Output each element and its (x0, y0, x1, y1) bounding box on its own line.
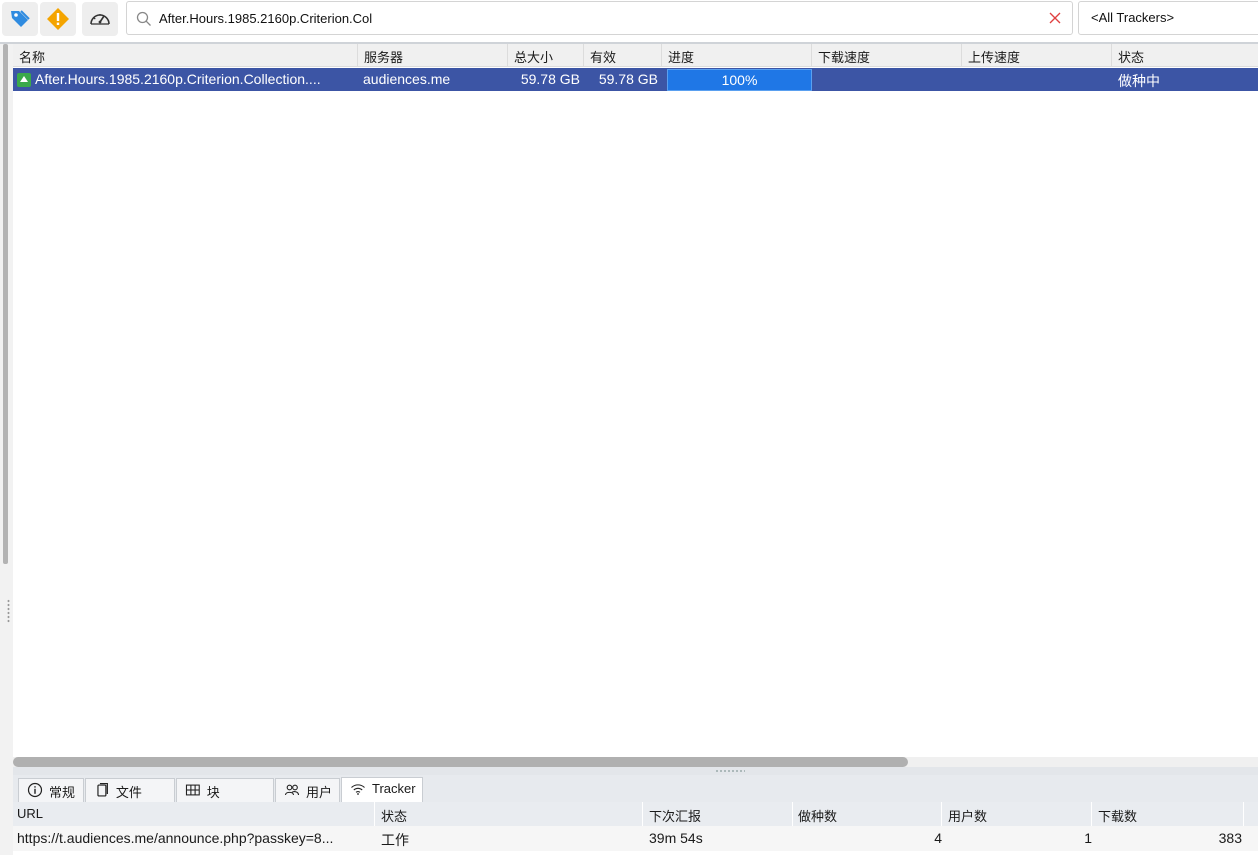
tab-pieces[interactable]: 块 (15305) (176, 778, 274, 816)
tab-tracker[interactable]: Tracker (341, 777, 423, 802)
users-icon (284, 784, 300, 796)
tab-label: 常规 (49, 785, 76, 800)
vertical-scrollbar-thumb[interactable] (3, 44, 8, 564)
progress-text: 100% (721, 72, 758, 88)
column-header-downloads[interactable]: 下载数 (1094, 802, 1244, 826)
splitter-grip[interactable] (715, 769, 745, 773)
torrent-upload-speed (962, 68, 1112, 91)
torrent-status: 做种中 (1118, 73, 1160, 89)
column-header-ul-speed[interactable]: 上传速度 (962, 44, 1112, 67)
search-icon (136, 11, 151, 26)
tracker-table: URL 状态 下次汇报 做种数 用户数 下载数 https://t.audien… (13, 802, 1258, 855)
torrent-table: 名称 服务器 总大小 有效 进度 下载速度 上传速度 状态 After.Hour… (13, 44, 1258, 756)
tab-general[interactable]: 常规 (18, 778, 84, 802)
clear-search-icon[interactable] (1048, 11, 1062, 25)
torrent-total-size: 59.78 GB (520, 71, 580, 87)
tracker-next-announce: 39m 54s (649, 830, 703, 846)
tracker-seeds: 4 (934, 830, 942, 846)
column-header-peers[interactable]: 用户数 (944, 802, 1092, 826)
speed-limit-button[interactable] (82, 2, 118, 36)
tab-label: 用户 (306, 785, 333, 800)
search-input[interactable] (159, 2, 1039, 34)
toolbar: <All Trackers> (0, 0, 1258, 38)
horizontal-scrollbar[interactable] (13, 757, 1258, 767)
wifi-icon (351, 784, 365, 795)
column-header-next-announce[interactable]: 下次汇报 (645, 802, 793, 826)
warning-filter-button[interactable] (40, 2, 76, 36)
table-row[interactable]: https://t.audiences.me/announce.php?pass… (13, 826, 1258, 851)
column-header-dl-speed[interactable]: 下载速度 (812, 44, 962, 67)
column-header-available[interactable]: 有效 (584, 44, 662, 67)
detail-tab-bar: 常规 文件 (77) 块 (15305) 用户 (13, 775, 1258, 816)
table-row[interactable]: After.Hours.1985.2160p.Criterion.Collect… (13, 68, 1258, 91)
column-header-size[interactable]: 总大小 (508, 44, 584, 67)
progress-bar: 100% (667, 69, 812, 91)
tab-peers[interactable]: 用户 (275, 778, 340, 802)
tracker-peers: 1 (1084, 830, 1092, 846)
column-header-server[interactable]: 服务器 (358, 44, 508, 67)
file-icon (97, 782, 108, 797)
torrent-server: audiences.me (363, 71, 451, 87)
tracker-table-header: URL 状态 下次汇报 做种数 用户数 下载数 (13, 802, 1258, 826)
speedometer-icon (90, 14, 110, 25)
torrent-table-header: 名称 服务器 总大小 有效 进度 下载速度 上传速度 状态 (13, 44, 1258, 67)
warning-icon (47, 8, 69, 30)
info-icon (27, 782, 43, 798)
tracker-status: 工作 (381, 832, 409, 848)
column-header-progress[interactable]: 进度 (662, 44, 812, 67)
torrent-available: 59.78 GB (598, 71, 658, 87)
search-box (126, 1, 1073, 35)
tracker-filter-select[interactable]: <All Trackers> (1078, 1, 1258, 35)
detail-panel-splitter[interactable] (13, 767, 1258, 775)
tag-icon (11, 10, 30, 27)
grid-icon (185, 784, 200, 796)
horizontal-scrollbar-thumb[interactable] (13, 757, 908, 767)
tab-files[interactable]: 文件 (77) (85, 778, 175, 816)
torrent-name: After.Hours.1985.2160p.Criterion.Collect… (35, 71, 321, 87)
column-header-seeds[interactable]: 做种数 (794, 802, 942, 826)
column-header-name[interactable]: 名称 (13, 44, 358, 67)
tab-label: Tracker (372, 781, 416, 796)
side-panel-splitter[interactable] (0, 44, 13, 855)
tracker-downloads: 383 (1218, 830, 1242, 846)
tracker-url: https://t.audiences.me/announce.php?pass… (17, 830, 334, 846)
splitter-grip[interactable] (7, 599, 10, 623)
torrent-download-speed (812, 68, 962, 91)
column-header-status[interactable]: 状态 (1112, 44, 1258, 67)
tag-filter-button[interactable] (2, 2, 38, 36)
column-header-tracker-status[interactable]: 状态 (377, 802, 643, 826)
column-header-url[interactable]: URL (13, 802, 375, 826)
